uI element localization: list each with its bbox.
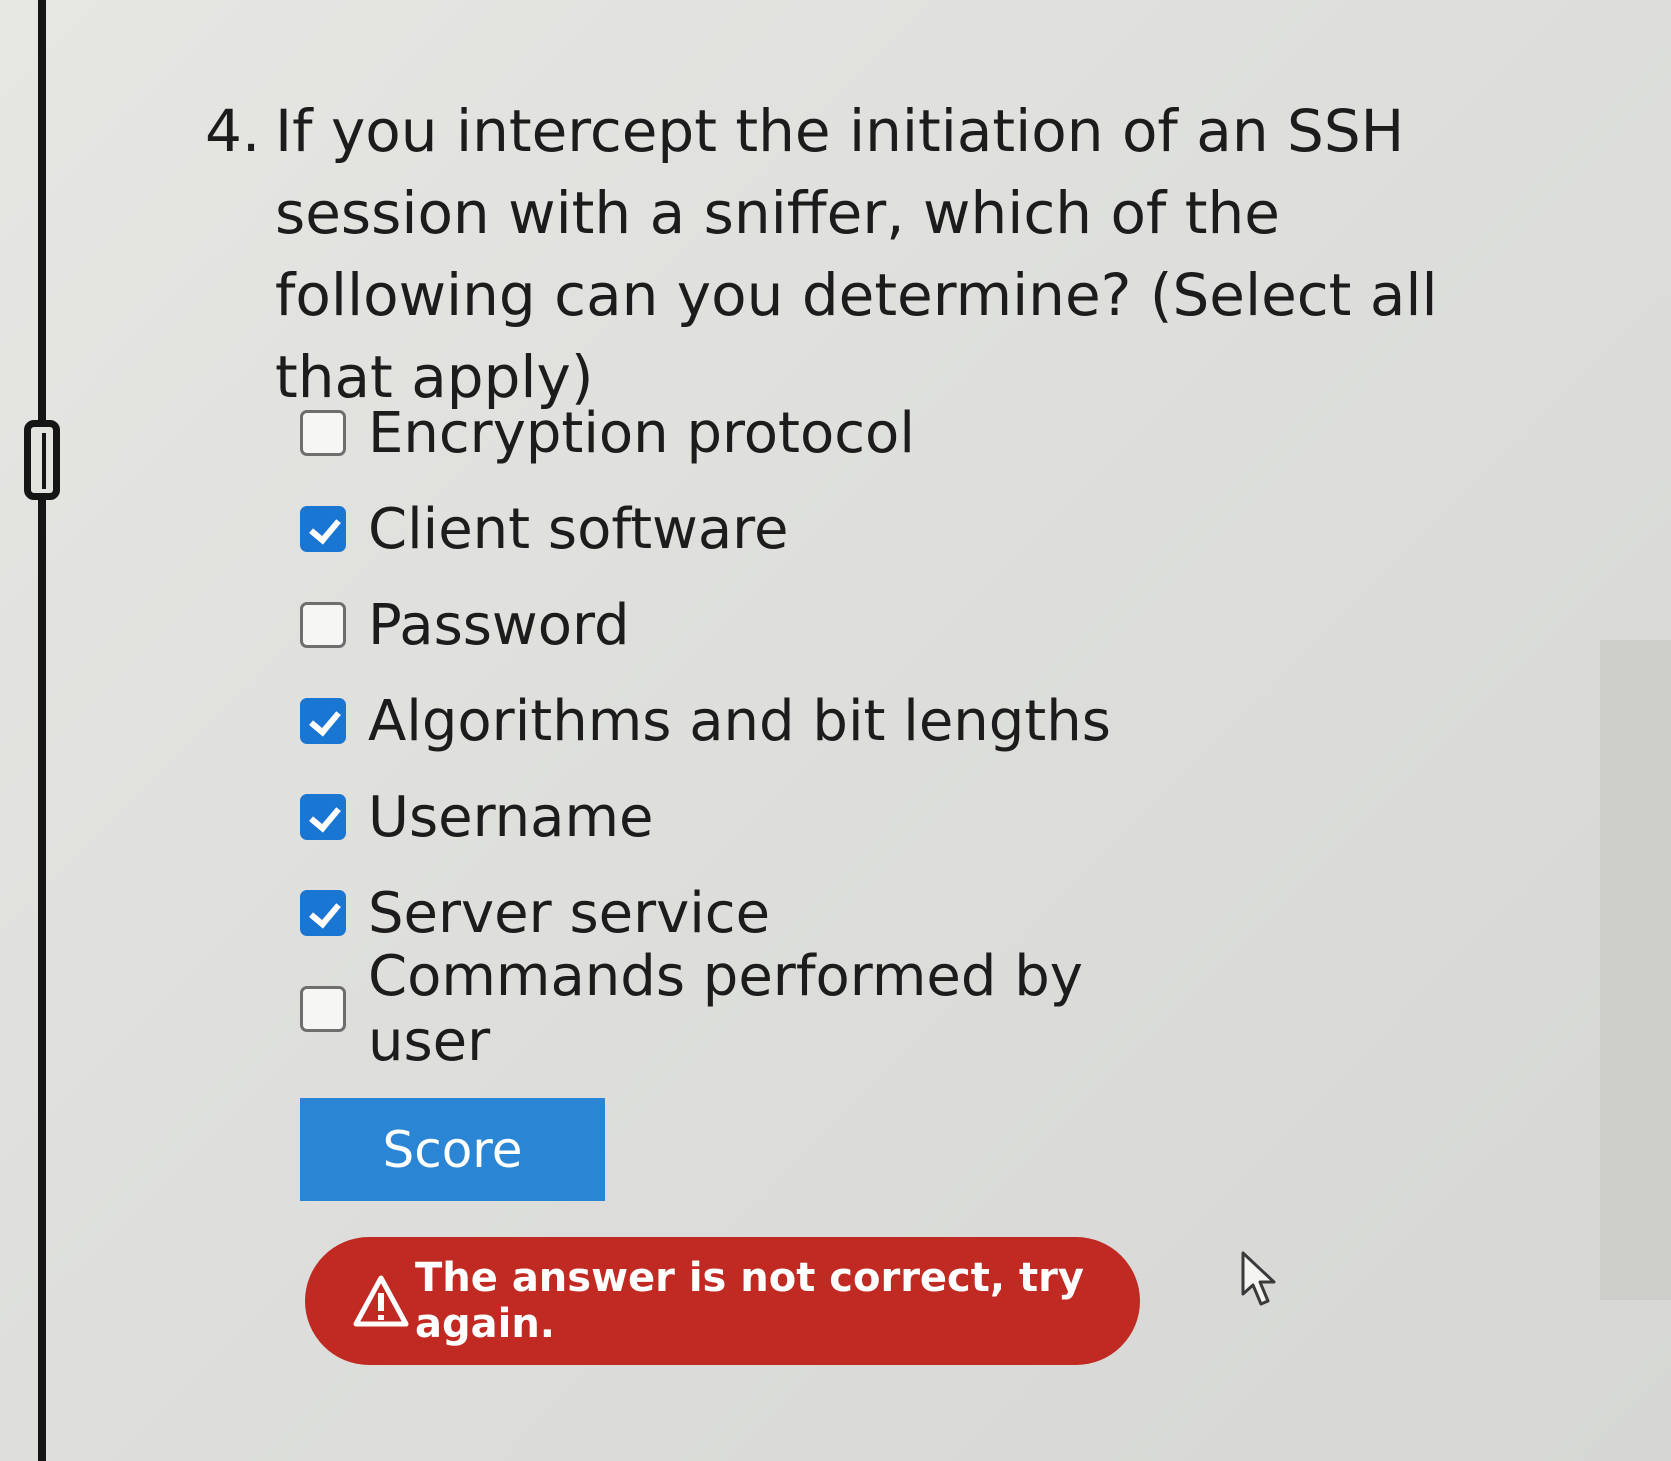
option-label: Username <box>368 784 654 850</box>
checkbox[interactable] <box>300 794 346 840</box>
screen: 4. If you intercept the initiation of an… <box>0 0 1671 1461</box>
option-encryption-protocol[interactable]: Encryption protocol <box>300 385 1200 481</box>
alert-text: The answer is not correct, try again. <box>415 1255 1084 1347</box>
option-label: Client software <box>368 496 789 562</box>
resize-handle[interactable] <box>24 420 60 500</box>
option-password[interactable]: Password <box>300 577 1200 673</box>
scrollbar-track[interactable] <box>1600 640 1671 1300</box>
checkbox[interactable] <box>300 410 346 456</box>
warning-icon <box>353 1275 409 1327</box>
option-label: Server service <box>368 880 771 946</box>
question-text: If you intercept the initiation of an SS… <box>275 97 1438 411</box>
option-client-software[interactable]: Client software <box>300 481 1200 577</box>
question-number: 4. <box>205 97 261 165</box>
option-label: Password <box>368 592 630 658</box>
option-commands-performed[interactable]: Commands performed by user <box>300 944 1200 1074</box>
checkbox[interactable] <box>300 986 346 1032</box>
mouse-cursor-icon <box>1241 1251 1276 1306</box>
question: 4. If you intercept the initiation of an… <box>205 90 1535 418</box>
option-label: Algorithms and bit lengths <box>368 688 1111 754</box>
checkbox[interactable] <box>300 506 346 552</box>
score-button[interactable]: Score <box>300 1098 605 1201</box>
option-username[interactable]: Username <box>300 769 1200 865</box>
option-label: Commands performed by user <box>368 944 1083 1074</box>
window-edge <box>38 0 46 1461</box>
option-label: Encryption protocol <box>368 400 915 466</box>
option-algorithms-bit-lengths[interactable]: Algorithms and bit lengths <box>300 673 1200 769</box>
checkbox[interactable] <box>300 698 346 744</box>
checkbox[interactable] <box>300 602 346 648</box>
options-list: Encryption protocol Client software Pass… <box>300 385 1200 1074</box>
checkbox[interactable] <box>300 890 346 936</box>
error-alert: The answer is not correct, try again. <box>305 1237 1140 1365</box>
